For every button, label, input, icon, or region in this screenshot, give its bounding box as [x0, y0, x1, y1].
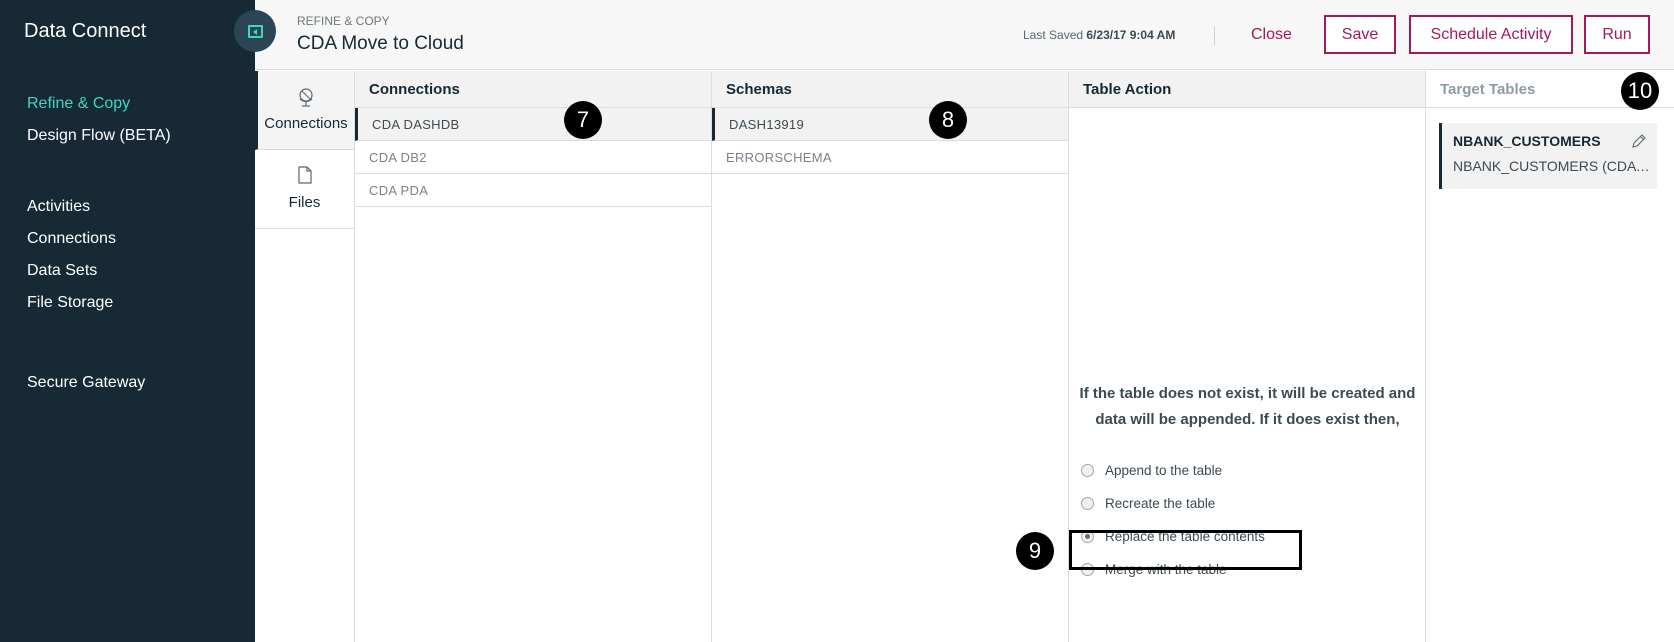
schemas-header: Schemas — [712, 71, 1068, 108]
nav-primary: Refine & Copy Design Flow (BETA) — [27, 88, 171, 152]
last-saved-label: Last Saved — [1023, 28, 1084, 42]
breadcrumb: REFINE & COPY — [297, 14, 390, 28]
app-name: Data Connect — [24, 20, 147, 42]
option-replace[interactable]: Replace the table contents — [1081, 526, 1265, 546]
option-append[interactable]: Append to the table — [1081, 460, 1222, 480]
callout-badge: 7 — [564, 101, 602, 139]
save-button[interactable]: Save — [1324, 15, 1396, 54]
pencil-icon[interactable] — [1631, 133, 1647, 154]
option-label: Append to the table — [1105, 462, 1223, 478]
tab-connections[interactable]: Connections — [255, 71, 354, 150]
target-table-name: NBANK_CUSTOMERS — [1453, 133, 1601, 149]
radio-button-selected[interactable] — [1081, 529, 1094, 543]
run-button[interactable]: Run — [1584, 15, 1650, 54]
schedule-activity-button[interactable]: Schedule Activity — [1409, 15, 1573, 54]
close-button[interactable]: Close — [1251, 26, 1292, 44]
connections-panel: Connections CDA DASHDB CDA DB2 CDA PDA — [355, 71, 712, 642]
schema-item[interactable]: ERRORSCHEMA — [712, 141, 1068, 174]
target-table-detail: NBANK_CUSTOMERS (CDA DASHDB) — [1453, 158, 1651, 174]
last-saved: Last Saved 6/23/17 9:04 AM — [1023, 28, 1175, 42]
schemas-panel: Schemas DASH13919 ERRORSCHEMA — [712, 71, 1069, 642]
collapse-panel-icon — [247, 24, 263, 38]
callout-badge: 10 — [1621, 72, 1659, 110]
tab-files-label: Files — [288, 194, 321, 211]
nav-tertiary: Secure Gateway — [27, 367, 145, 399]
tab-files[interactable]: Files — [255, 150, 354, 229]
connection-item[interactable]: CDA PDA — [355, 174, 711, 207]
radio-button[interactable] — [1081, 562, 1094, 576]
target-table-card[interactable]: NBANK_CUSTOMERS NBANK_CUSTOMERS (CDA DAS… — [1439, 123, 1657, 189]
last-saved-value: 6/23/17 9:04 AM — [1086, 28, 1176, 42]
table-action-header: Table Action — [1069, 71, 1425, 108]
sidebar-item-data-sets[interactable]: Data Sets — [27, 255, 116, 287]
tab-connections-label: Connections — [264, 115, 348, 132]
sidebar-item-secure-gateway[interactable]: Secure Gateway — [27, 367, 145, 399]
sidebar-item-connections[interactable]: Connections — [27, 223, 116, 255]
header: REFINE & COPY CDA Move to Cloud Last Sav… — [255, 0, 1674, 70]
radio-button[interactable] — [1081, 496, 1094, 510]
schema-item[interactable]: DASH13919 — [712, 108, 1068, 141]
connection-item[interactable]: CDA DB2 — [355, 141, 711, 174]
page-title: CDA Move to Cloud — [297, 33, 464, 54]
sidebar: Data Connect Refine & Copy Design Flow (… — [0, 0, 255, 642]
option-label: Recreate the table — [1105, 495, 1216, 511]
option-recreate[interactable]: Recreate the table — [1081, 493, 1215, 513]
callout-badge: 8 — [929, 101, 967, 139]
sidebar-item-refine-copy[interactable]: Refine & Copy — [27, 88, 171, 120]
option-label: Merge with the table — [1105, 561, 1227, 577]
sidebar-item-activities[interactable]: Activities — [27, 191, 116, 223]
collapse-sidebar-button[interactable] — [234, 10, 276, 52]
source-tabs: Connections Files — [255, 71, 355, 642]
file-icon — [297, 166, 312, 189]
callout-badge: 9 — [1016, 532, 1054, 570]
target-tables-panel: Target Tables NBANK_CUSTOMERS NBANK_CUST… — [1426, 71, 1674, 642]
globe-icon — [297, 87, 315, 112]
option-label: Replace the table contents — [1105, 528, 1265, 544]
connections-header: Connections — [355, 71, 711, 108]
table-action-message: If the table does not exist, it will be … — [1079, 385, 1416, 428]
header-divider — [1214, 26, 1215, 45]
option-merge[interactable]: Merge with the table — [1081, 559, 1227, 579]
radio-button[interactable] — [1081, 463, 1094, 477]
table-action-panel: Table Action If the table does not exist… — [1069, 71, 1426, 642]
nav-secondary: Activities Connections Data Sets File St… — [27, 191, 116, 319]
connection-item[interactable]: CDA DASHDB — [355, 108, 711, 141]
sidebar-item-design-flow[interactable]: Design Flow (BETA) — [27, 120, 171, 152]
sidebar-item-file-storage[interactable]: File Storage — [27, 287, 116, 319]
